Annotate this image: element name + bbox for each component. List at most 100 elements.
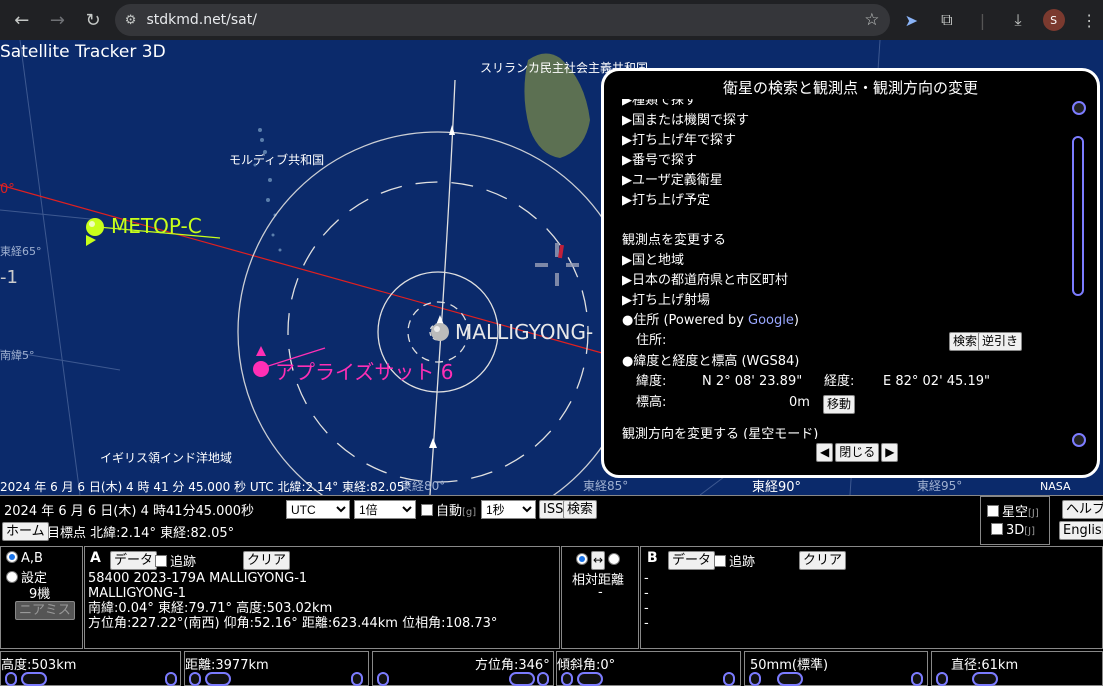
back-icon[interactable]: ← xyxy=(8,6,36,34)
sat-b-data-button[interactable]: データ xyxy=(668,551,716,570)
slider-right-knob[interactable] xyxy=(723,672,735,686)
azimuth-slider[interactable]: 方位角:346° xyxy=(372,651,554,686)
panel-content[interactable]: ▶種類で探す ▶国または機関で探す ▶打ち上げ年で探す ▶番号で探す ▶ユーザ定… xyxy=(622,99,1067,439)
3d-checkbox-box[interactable] xyxy=(991,523,1003,535)
menu-item-launch-schedule[interactable]: ▶打ち上げ予定 xyxy=(622,191,1067,211)
close-panel-button[interactable]: 閉じる xyxy=(835,443,880,462)
sat-b-track-label: 追跡 xyxy=(729,555,756,570)
menu-item-launch-site[interactable]: ▶打ち上げ射場 xyxy=(622,291,1067,311)
menu-item-country[interactable]: ▶国または機関で探す xyxy=(622,111,1067,131)
swap-radio-a[interactable] xyxy=(576,553,588,565)
sat-a-data-button[interactable]: データ xyxy=(110,551,158,570)
profile-avatar[interactable]: S xyxy=(1040,6,1068,34)
tilt-slider[interactable]: 傾斜角:0° xyxy=(556,651,741,686)
slider-thumb[interactable] xyxy=(509,672,535,686)
move-button[interactable]: 移動 xyxy=(823,395,856,414)
forward-icon[interactable]: → xyxy=(44,6,72,34)
extension-cursor-icon[interactable]: ➤ xyxy=(898,6,926,34)
3d-checkbox[interactable]: 3D[J] xyxy=(991,523,1035,538)
alt-value[interactable]: 0m xyxy=(789,393,810,413)
datetime-display[interactable]: 2024 年 6 月 6 日(木) 4 時41分45.000秒 xyxy=(4,500,254,519)
lens-slider[interactable]: 50mm(標準) xyxy=(744,651,928,686)
menu-item-launch-year[interactable]: ▶打ち上げ年で探す xyxy=(622,131,1067,151)
sat-a-track-box[interactable] xyxy=(155,555,167,567)
diameter-slider-label: 直径:61km xyxy=(951,658,1019,673)
scroll-up-icon[interactable] xyxy=(1072,101,1086,115)
auto-checkbox[interactable]: 自動[g] xyxy=(421,500,476,519)
ab-radio[interactable]: A,B xyxy=(6,551,43,566)
extensions-puzzle-icon[interactable]: ⧉ xyxy=(933,6,961,34)
target-point: 目標点 北緯:2.14° 東経:82.05° xyxy=(47,526,235,541)
slider-left-knob[interactable] xyxy=(5,672,17,686)
coords-radio[interactable]: ●緯度と経度と標高 (WGS84) xyxy=(622,352,1067,372)
menu-item-japan-prefecture[interactable]: ▶日本の都道府県と市区町村 xyxy=(622,271,1067,291)
sat-b-clear-button[interactable]: クリア xyxy=(799,551,847,570)
search-button[interactable]: 検索 xyxy=(563,500,598,519)
slider-left-knob[interactable] xyxy=(377,672,389,686)
next-button[interactable]: ▶ xyxy=(881,443,899,462)
swap-radio-b[interactable] xyxy=(608,553,621,565)
settings-radio-dot[interactable] xyxy=(6,571,18,583)
address-bar[interactable]: ⚙ stdkmd.net/sat/ ☆ xyxy=(114,4,890,36)
sat-a-clear-button[interactable]: クリア xyxy=(243,551,291,570)
near-miss-button[interactable]: ニアミス xyxy=(15,601,75,620)
slider-thumb[interactable] xyxy=(777,672,803,686)
direction-heading: 観測方向を変更する (星空モード) xyxy=(622,427,819,439)
menu-item-type[interactable]: ▶種類で探す xyxy=(622,99,1067,111)
slider-thumb[interactable] xyxy=(21,672,47,686)
reverse-geocode-button[interactable]: 逆引き xyxy=(978,332,1023,351)
site-info-icon[interactable]: ⚙ xyxy=(125,13,137,28)
url-text[interactable]: stdkmd.net/sat/ xyxy=(146,12,864,28)
timezone-select[interactable]: UTC xyxy=(286,500,350,519)
prev-button[interactable]: ◀ xyxy=(816,443,834,462)
bookmark-star-icon[interactable]: ☆ xyxy=(864,10,879,30)
menu-item-number[interactable]: ▶番号で探す xyxy=(622,151,1067,171)
menu-item-user-defined[interactable]: ▶ユーザ定義衛星 xyxy=(622,171,1067,191)
slider-left-knob[interactable] xyxy=(936,672,948,686)
auto-checkbox-box[interactable] xyxy=(421,504,433,516)
panel-scrollbar[interactable] xyxy=(1072,136,1084,296)
distance-slider[interactable]: 距離:3977km xyxy=(184,651,369,686)
satellite-label-appraise[interactable]: アプライズサット 6 xyxy=(275,356,453,385)
slider-left-knob[interactable] xyxy=(561,672,573,686)
lat-value[interactable]: N 2° 08' 23.89" xyxy=(702,372,802,392)
satellite-label-malligyong[interactable]: MALLIGYONG- xyxy=(455,320,593,344)
slider-right-knob[interactable] xyxy=(537,672,549,686)
english-button[interactable]: English xyxy=(1059,521,1103,540)
interval-select[interactable]: 1秒 xyxy=(481,500,536,519)
home-button[interactable]: ホーム xyxy=(2,522,49,541)
3d-hint: [J] xyxy=(1024,526,1036,537)
slider-thumb[interactable] xyxy=(972,672,998,686)
lon-value[interactable]: E 82° 02' 45.19" xyxy=(883,372,990,392)
menu-kebab-icon[interactable]: ⋮ xyxy=(1075,6,1103,34)
sat-b-track-checkbox[interactable]: 追跡 xyxy=(714,551,755,570)
speed-select[interactable]: 1倍 xyxy=(354,500,416,519)
sky-checkbox[interactable]: 星空[J] xyxy=(987,501,1039,520)
scroll-down-icon[interactable] xyxy=(1072,433,1086,447)
slider-right-knob[interactable] xyxy=(351,672,363,686)
address-radio[interactable]: ●住所 (Powered by Google) xyxy=(622,311,1067,331)
slider-left-knob[interactable] xyxy=(749,672,761,686)
slider-thumb[interactable] xyxy=(205,672,231,686)
sky-checkbox-box[interactable] xyxy=(987,505,999,517)
download-icon[interactable]: ⤓ xyxy=(1004,6,1032,34)
swap-icon[interactable]: ↔ xyxy=(591,551,606,570)
menu-item-region[interactable]: ▶国と地域 xyxy=(622,251,1067,271)
satellite-label-metop[interactable]: METOP-C xyxy=(111,214,202,238)
help-button[interactable]: ヘルプ xyxy=(1062,500,1103,519)
slider-left-knob[interactable] xyxy=(189,672,201,686)
auto-label: 自動 xyxy=(436,504,463,519)
altitude-slider[interactable]: 高度:503km xyxy=(0,651,181,686)
slider-right-knob[interactable] xyxy=(911,672,923,686)
slider-thumb[interactable] xyxy=(577,672,603,686)
address-search-button[interactable]: 検索 xyxy=(949,332,982,351)
ab-radio-dot[interactable] xyxy=(6,551,18,563)
sat-a-track-checkbox[interactable]: 追跡 xyxy=(155,551,196,570)
slider-right-knob[interactable] xyxy=(165,672,177,686)
diameter-slider[interactable]: 直径:61km xyxy=(931,651,1103,686)
swap-control[interactable]: ↔ xyxy=(576,551,623,570)
sat-b-track-box[interactable] xyxy=(714,555,726,567)
google-link[interactable]: Google xyxy=(748,313,794,328)
reload-icon[interactable]: ↻ xyxy=(79,6,107,34)
